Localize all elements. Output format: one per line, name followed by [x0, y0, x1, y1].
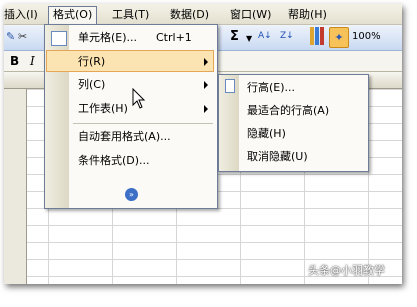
submenu-arrow-icon [204, 58, 208, 66]
menu-help[interactable]: 帮助(H) [288, 7, 327, 22]
menu-item-label: 列(C) [78, 78, 106, 91]
menu-item-label: 工作表(H) [78, 102, 128, 115]
menu-item-shortcut: Ctrl+1 [156, 31, 192, 44]
row-submenu: 行高(E)... 最适合的行高(A) 隐藏(H) 取消隐藏(U) [218, 74, 369, 172]
submenu-item-unhide[interactable]: 取消隐藏(U) [220, 146, 365, 168]
menu-item-row[interactable]: 行(R) [46, 50, 214, 72]
row-header-column [4, 89, 27, 284]
menu-bar: 插入(I) 格式(O) 工具(T) 数据(D) 窗口(W) 帮助(H) [4, 4, 402, 25]
menu-item-label: 行高(E)... [247, 81, 296, 94]
menu-format[interactable]: 格式(O) [48, 6, 98, 25]
watermark: 头条@小羽教学 [308, 264, 385, 277]
menu-item-label: 取消隐藏(U) [247, 150, 308, 163]
autosum-button[interactable]: Σ [230, 30, 239, 44]
menu-item-cells[interactable]: 单元格(E)... Ctrl+1 [46, 27, 214, 49]
menu-item-label: 单元格(E)... [78, 31, 138, 44]
menu-separator [73, 123, 213, 124]
zoom-box[interactable]: 100% [352, 30, 381, 44]
menu-window[interactable]: 窗口(W) [230, 7, 271, 22]
submenu-item-autofit[interactable]: 最适合的行高(A) [220, 100, 365, 122]
drawing-icon[interactable]: ✦ [329, 27, 349, 48]
submenu-arrow-icon [204, 81, 208, 89]
sort-ascending-button[interactable]: A↓ [258, 29, 272, 43]
menu-item-label: 自动套用格式(A)... [78, 130, 171, 143]
menu-item-label: 行(R) [78, 55, 106, 68]
excel-window: 插入(I) 格式(O) 工具(T) 数据(D) 窗口(W) 帮助(H) ✎ ✂ … [4, 4, 402, 284]
submenu-item-hide[interactable]: 隐藏(H) [220, 123, 365, 145]
italic-button[interactable]: I [30, 54, 35, 68]
menu-data[interactable]: 数据(D) [170, 7, 209, 22]
menu-item-conditional-format[interactable]: 条件格式(D)... [46, 150, 214, 172]
format-menu: 单元格(E)... Ctrl+1 行(R) 列(C) 工作表(H) 自动套用格式… [44, 24, 218, 209]
bold-button[interactable]: B [10, 54, 19, 68]
mouse-cursor-icon [132, 88, 146, 109]
submenu-arrow-icon [204, 105, 208, 113]
expand-menu-icon[interactable]: » [125, 188, 138, 201]
menu-item-sheet[interactable]: 工作表(H) [46, 98, 214, 120]
menu-item-column[interactable]: 列(C) [46, 74, 214, 96]
chevron-down-icon[interactable]: ▼ [246, 32, 252, 46]
menu-item-label: 隐藏(H) [247, 127, 286, 140]
menu-tools[interactable]: 工具(T) [112, 7, 149, 22]
chart-wizard-icon[interactable] [310, 27, 324, 45]
cut-icon[interactable]: ✂ [18, 30, 27, 44]
menu-insert[interactable]: 插入(I) [4, 7, 38, 22]
submenu-item-row-height[interactable]: 行高(E)... [220, 77, 365, 99]
menu-item-label: 条件格式(D)... [78, 154, 150, 167]
sort-descending-button[interactable]: Z↓ [280, 29, 294, 43]
cells-icon [51, 31, 67, 46]
toolbar-icon[interactable]: ✎ [6, 30, 15, 44]
menu-item-label: 最适合的行高(A) [247, 104, 330, 117]
menu-item-autoformat[interactable]: 自动套用格式(A)... [46, 126, 214, 148]
